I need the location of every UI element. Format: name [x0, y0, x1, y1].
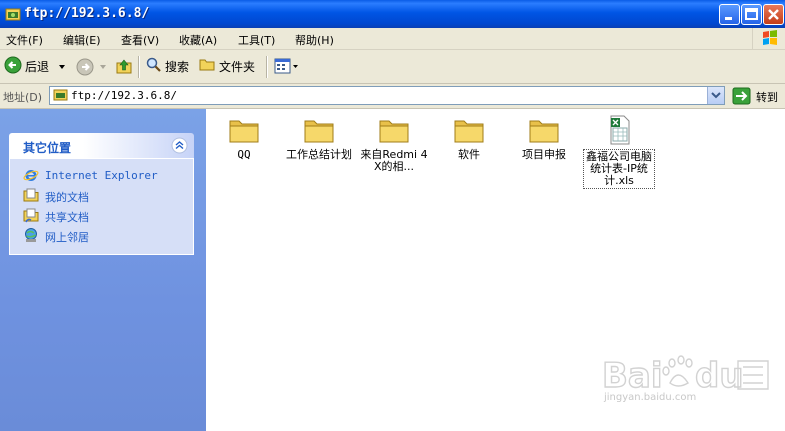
window-title: ftp://192.3.6.8/	[24, 6, 150, 21]
svg-text:Bai: Bai	[602, 356, 663, 396]
folder-icon	[229, 120, 259, 143]
excel-file-icon	[610, 115, 630, 145]
ftp-folder-icon	[53, 89, 68, 101]
menu-edit[interactable]: 编辑(E)	[63, 32, 101, 48]
ftp-folder-icon	[5, 8, 21, 21]
explorer-window: ftp://192.3.6.8/ 文件(F) 编辑(E) 查看(V) 收藏(A)…	[0, 0, 785, 431]
menu-tools[interactable]: 工具(T)	[238, 32, 275, 48]
maximize-icon	[745, 8, 758, 20]
folder-icon	[529, 120, 559, 143]
file-name: 项目申报	[522, 148, 566, 161]
forward-arrow-icon[interactable]	[76, 58, 94, 76]
maximize-button[interactable]	[741, 4, 762, 25]
file-item-folder[interactable]: QQ	[208, 115, 280, 161]
back-arrow-icon	[4, 56, 22, 74]
close-button[interactable]	[763, 4, 784, 25]
internet-explorer-icon	[23, 170, 39, 181]
folder-icon	[379, 120, 409, 143]
forward-dropdown-icon[interactable]	[99, 63, 107, 71]
file-item-folder[interactable]: 项目申报	[508, 115, 580, 161]
file-name: 工作总结计划	[286, 148, 352, 161]
menu-favorites[interactable]: 收藏(A)	[179, 32, 217, 48]
file-name: 来自Redmi 4X的相...	[360, 148, 428, 173]
folder-icon	[454, 120, 484, 143]
address-label: 地址(D)	[3, 91, 43, 104]
other-places-header[interactable]: 其它位置	[9, 133, 194, 158]
chevron-down-icon	[711, 92, 721, 99]
title-bar[interactable]: ftp://192.3.6.8/	[0, 0, 785, 28]
shared-documents-icon	[23, 208, 39, 223]
link-label: 共享文档	[45, 211, 89, 224]
folder-icon	[304, 120, 334, 143]
search-icon	[146, 57, 161, 72]
search-label: 搜索	[165, 60, 190, 74]
toolbar-separator	[266, 56, 268, 78]
file-item-folder[interactable]: 来自Redmi 4X的相...	[358, 115, 430, 173]
close-icon	[768, 9, 779, 20]
collapse-icon[interactable]	[171, 137, 188, 154]
link-label: 网上邻居	[45, 231, 89, 244]
address-dropdown[interactable]	[707, 87, 724, 104]
standard-toolbar: 后退 搜索 文件夹	[0, 50, 785, 84]
menu-help[interactable]: 帮助(H)	[295, 32, 334, 48]
address-input[interactable]: ftp://192.3.6.8/	[49, 86, 725, 105]
windows-flag-icon	[763, 30, 777, 45]
back-dropdown-icon[interactable]	[58, 63, 66, 71]
baidu-logo-watermark: Bai du	[601, 355, 769, 397]
link-label: Internet Explorer	[45, 169, 158, 182]
other-places-panel: Internet Explorer 我的文档 共享文档 网上邻居	[9, 158, 194, 255]
minimize-icon	[725, 17, 732, 20]
other-places-title: 其它位置	[23, 141, 72, 155]
minimize-button[interactable]	[719, 4, 740, 25]
up-folder-icon[interactable]	[115, 57, 133, 75]
network-places-icon	[25, 228, 37, 242]
folders-label: 文件夹	[219, 60, 256, 74]
file-name: 软件	[458, 148, 480, 161]
my-documents-icon	[23, 188, 39, 202]
toolbar-separator	[138, 56, 140, 78]
svg-text:du: du	[695, 356, 744, 396]
address-value: ftp://192.3.6.8/	[71, 89, 177, 102]
file-name: QQ	[237, 148, 251, 161]
file-name: 鑫福公司电脑统计表-IP统计.xls	[583, 149, 655, 189]
menu-bar: 文件(F) 编辑(E) 查看(V) 收藏(A) 工具(T) 帮助(H)	[0, 28, 785, 50]
file-item-folder[interactable]: 工作总结计划	[283, 115, 355, 161]
address-bar: 地址(D) ftp://192.3.6.8/ 转到	[0, 84, 785, 109]
link-label: 我的文档	[45, 191, 89, 204]
folders-icon	[199, 59, 215, 71]
go-arrow-icon[interactable]	[732, 87, 751, 105]
views-icon[interactable]	[274, 58, 300, 76]
back-label: 后退	[25, 60, 50, 74]
file-item-folder[interactable]: 软件	[433, 115, 505, 161]
watermark-url: jingyan.baidu.com	[604, 392, 697, 403]
go-button[interactable]: 转到	[756, 89, 778, 105]
file-item-excel[interactable]: 鑫福公司电脑统计表-IP统计.xls	[583, 115, 655, 189]
windows-logo	[752, 28, 785, 49]
menu-file[interactable]: 文件(F)	[6, 32, 43, 48]
task-pane: 其它位置 Internet Explorer 我的文档 共享文档 网上邻居	[0, 109, 206, 431]
menu-view[interactable]: 查看(V)	[121, 32, 159, 48]
